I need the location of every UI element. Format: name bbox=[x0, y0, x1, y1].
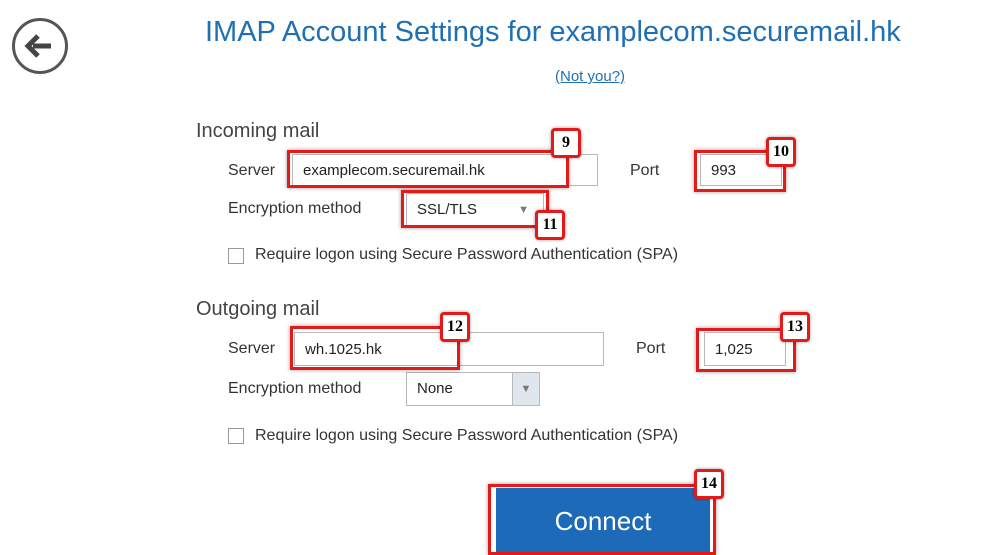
annotation-badge: 9 bbox=[551, 128, 581, 158]
outgoing-encryption-select[interactable]: None ▼ bbox=[406, 372, 540, 406]
outgoing-encryption-value: None bbox=[417, 380, 453, 397]
annotation-badge: 12 bbox=[440, 312, 470, 342]
incoming-spa-checkbox[interactable] bbox=[228, 248, 244, 264]
highlight-outgoing-server bbox=[290, 326, 460, 370]
outgoing-section-title: Outgoing mail bbox=[196, 298, 320, 320]
outgoing-spa-checkbox[interactable] bbox=[228, 428, 244, 444]
outgoing-spa-label: Require logon using Secure Password Auth… bbox=[255, 427, 679, 444]
outgoing-encryption-label: Encryption method bbox=[228, 380, 362, 397]
highlight-incoming-encryption bbox=[401, 190, 549, 228]
page-title: IMAP Account Settings for examplecom.sec… bbox=[205, 16, 901, 48]
outgoing-port-label: Port bbox=[636, 340, 666, 357]
annotation-badge: 10 bbox=[766, 137, 796, 167]
back-arrow-icon bbox=[24, 34, 51, 58]
annotation-badge: 14 bbox=[694, 469, 724, 499]
back-button[interactable] bbox=[12, 18, 68, 74]
outgoing-server-label: Server bbox=[228, 340, 276, 357]
annotation-badge: 13 bbox=[780, 312, 810, 342]
highlight-connect bbox=[488, 484, 716, 555]
incoming-spa-label: Require logon using Secure Password Auth… bbox=[255, 246, 679, 263]
incoming-encryption-label: Encryption method bbox=[228, 200, 362, 217]
incoming-server-label: Server bbox=[228, 162, 276, 179]
chevron-down-icon: ▼ bbox=[512, 373, 539, 405]
annotation-badge: 11 bbox=[535, 210, 565, 240]
incoming-port-label: Port bbox=[630, 162, 660, 179]
highlight-incoming-server bbox=[287, 150, 569, 188]
incoming-section-title: Incoming mail bbox=[196, 120, 320, 142]
not-you-link[interactable]: (Not you?) bbox=[555, 68, 625, 85]
